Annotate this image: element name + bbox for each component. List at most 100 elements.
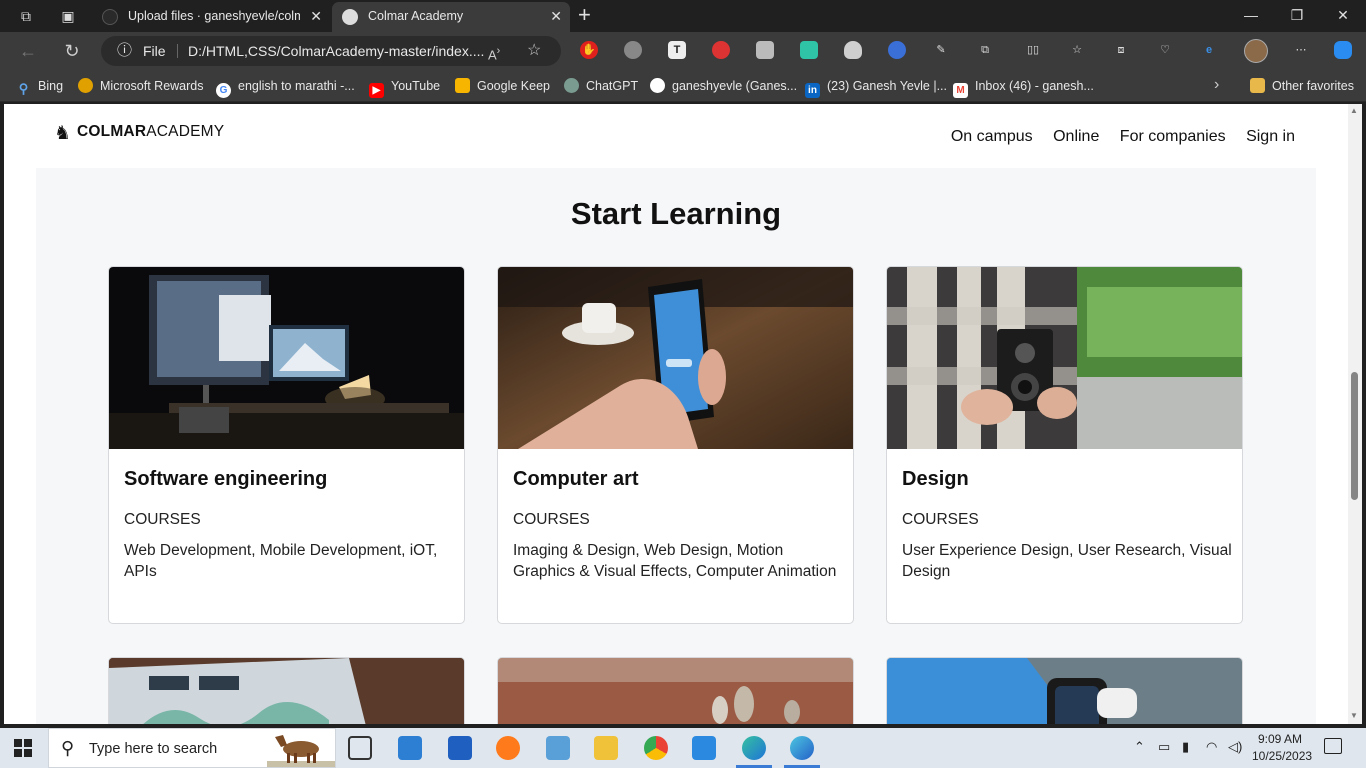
favorite-linkedin[interactable]: in (23) Ganesh Yevle |... <box>805 78 947 98</box>
record-extension-icon[interactable] <box>712 41 730 59</box>
nav-online[interactable]: Online <box>1053 128 1099 145</box>
control-panel-icon[interactable] <box>546 736 570 760</box>
scrollbar-thumb[interactable] <box>1351 372 1358 500</box>
mail-icon[interactable] <box>398 736 422 760</box>
course-card-design[interactable]: Design COURSES User Experience Design, U… <box>886 266 1243 624</box>
smartwatch-photo <box>887 658 1242 724</box>
favorite-chatgpt[interactable]: ChatGPT <box>564 78 638 94</box>
favorite-google-keep[interactable]: Google Keep <box>455 78 550 94</box>
tab-colmar-academy[interactable]: Colmar Academy ✕ <box>332 2 570 32</box>
folder-icon <box>1250 78 1265 93</box>
phone-in-hand-photo <box>498 267 853 449</box>
text-extension-icon[interactable]: T <box>668 41 686 59</box>
back-button[interactable]: ← <box>16 40 40 62</box>
favorite-youtube[interactable]: ▶ YouTube <box>369 78 440 98</box>
course-card-software-engineering[interactable]: Software engineering COURSES Web Develop… <box>108 266 465 624</box>
tab-title: Upload files · ganeshyevle/colmar-academ… <box>128 9 300 23</box>
scroll-up-icon[interactable]: ▲ <box>1350 106 1358 115</box>
workspaces-icon[interactable]: ⧉ <box>16 6 36 26</box>
screenshot-extension-icon[interactable] <box>756 41 774 59</box>
internet-explorer-icon[interactable]: e <box>1200 41 1218 59</box>
windows-start-icon[interactable] <box>14 739 32 757</box>
vscode-icon[interactable] <box>692 736 716 760</box>
page-scrollbar[interactable]: ▲ ▼ <box>1348 104 1362 724</box>
tab-actions-icon[interactable]: ▣ <box>58 6 78 26</box>
favorite-bing[interactable]: ⚲ Bing <box>16 78 63 96</box>
collections-icon[interactable]: ⧈ <box>1112 41 1130 59</box>
browser-tab-bar: ⧉ ▣ Upload files · ganeshyevle/colmar-ac… <box>0 0 1366 32</box>
favorite-gmail[interactable]: M Inbox (46) - ganesh... <box>953 78 1094 98</box>
split-screen-icon[interactable]: ▯▯ <box>1024 41 1042 59</box>
address-bar[interactable]: ⓘ File D:/HTML,CSS/ColmarAcademy-master/… <box>101 36 561 66</box>
volume-icon[interactable]: ◁) <box>1228 739 1242 755</box>
audio-extension-icon[interactable] <box>800 41 818 59</box>
favorite-english-to-marathi[interactable]: Genglish to marathi -... <box>216 78 355 98</box>
site-logo[interactable]: ♞ COLMARACADEMY <box>54 122 224 145</box>
close-tab-icon[interactable]: ✕ <box>550 2 562 30</box>
browser-essentials-icon[interactable]: ♡ <box>1156 41 1174 59</box>
file-explorer-icon[interactable] <box>594 736 618 760</box>
chatgpt-icon <box>564 78 579 93</box>
taskbar-search-box[interactable]: ⚲ Type here to search <box>48 728 336 768</box>
info-icon[interactable]: ⓘ <box>117 36 132 66</box>
course-card-partial[interactable] <box>497 657 854 724</box>
edge-dev-icon[interactable] <box>784 736 820 768</box>
profile-avatar[interactable] <box>1244 39 1268 63</box>
google-keep-icon <box>455 78 470 93</box>
copilot-icon[interactable] <box>1334 41 1352 59</box>
scheme-label: File <box>143 43 166 59</box>
meet-now-icon[interactable]: ▭ <box>1158 739 1170 755</box>
card-title: Computer art <box>513 468 639 490</box>
close-tab-icon[interactable]: ✕ <box>310 2 322 30</box>
vintage-camera-photo <box>887 267 1242 449</box>
read-aloud-icon[interactable]: A› <box>488 36 500 70</box>
windows-taskbar: ⚲ Type here to search ⌃ ▭ ▮ ◠ ◁) 9:09 AM… <box>0 728 1366 768</box>
adblock-extension-icon[interactable]: ✋ <box>580 41 598 59</box>
other-favorites[interactable]: Other favorites <box>1250 78 1354 94</box>
favorite-github[interactable]: ganeshyevle (Ganes... <box>650 78 797 94</box>
translate-extension-icon[interactable] <box>888 41 906 59</box>
tab-upload-files[interactable]: Upload files · ganeshyevle/colmar-academ… <box>92 2 330 32</box>
minimize-button[interactable]: — <box>1228 4 1274 26</box>
refresh-button[interactable]: ↻ <box>60 40 84 62</box>
task-view-icon[interactable] <box>348 736 372 760</box>
course-card-computer-art[interactable]: Computer art COURSES Imaging & Design, W… <box>497 266 854 624</box>
scroll-down-icon[interactable]: ▼ <box>1350 711 1358 720</box>
site-nav: On campus Online For companies Sign in <box>935 128 1295 146</box>
divider <box>177 44 178 58</box>
chrome-icon[interactable] <box>644 736 668 760</box>
url-text[interactable]: D:/HTML,CSS/ColmarAcademy-master/index..… <box>188 36 484 66</box>
nav-for-companies[interactable]: For companies <box>1120 128 1226 145</box>
chevron-right-icon[interactable]: › <box>1214 76 1219 94</box>
nav-on-campus[interactable]: On campus <box>951 128 1033 145</box>
nav-sign-in[interactable]: Sign in <box>1246 128 1295 145</box>
new-tab-button[interactable]: + <box>578 4 591 26</box>
rewards-medal-icon <box>78 78 93 93</box>
microsoft-store-icon[interactable] <box>448 736 472 760</box>
course-card-partial[interactable] <box>886 657 1243 724</box>
mouse-extension-icon[interactable] <box>624 41 642 59</box>
wifi-icon[interactable]: ◠ <box>1206 739 1217 755</box>
card-description: Web Development, Mobile Development, iOT… <box>124 542 438 580</box>
course-card-partial[interactable] <box>108 657 465 724</box>
close-window-button[interactable]: ✕ <box>1320 4 1366 26</box>
shield-extension-icon[interactable] <box>844 41 862 59</box>
extensions-icon[interactable]: ⧉ <box>976 41 994 59</box>
card-title: Design <box>902 468 969 490</box>
firefox-icon[interactable] <box>496 736 520 760</box>
favorite-star-icon[interactable]: ☆ <box>527 36 541 66</box>
notifications-icon[interactable] <box>1324 738 1342 754</box>
eyedropper-extension-icon[interactable]: ✎ <box>932 41 950 59</box>
show-hidden-icons-icon[interactable]: ⌃ <box>1134 739 1145 755</box>
edge-icon[interactable] <box>736 736 772 768</box>
favorites-icon[interactable]: ☆ <box>1068 41 1086 59</box>
start-learning-section: Start Learning Software engineering COUR… <box>36 168 1316 724</box>
system-clock[interactable]: 9:09 AM 10/25/2023 <box>1252 731 1313 765</box>
search-icon: ⚲ <box>61 738 75 758</box>
favorite-microsoft-rewards[interactable]: Microsoft Rewards <box>78 78 204 94</box>
site-header: ♞ COLMARACADEMY On campus Online For comp… <box>4 104 1348 168</box>
clock-date: 10/25/2023 <box>1252 749 1313 763</box>
more-options-icon[interactable]: ⋯ <box>1292 41 1310 59</box>
restore-button[interactable]: ❐ <box>1274 4 1320 26</box>
battery-icon[interactable]: ▮ <box>1182 739 1189 755</box>
